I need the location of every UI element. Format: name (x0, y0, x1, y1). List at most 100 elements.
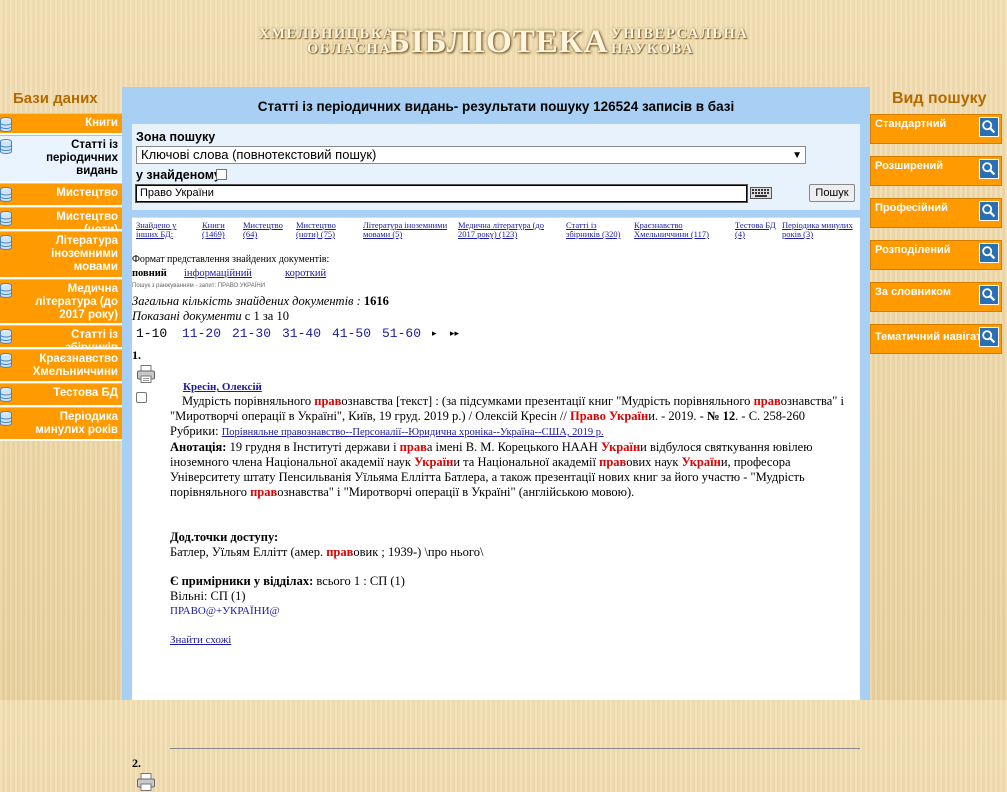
databases-title: Бази даних (13, 90, 98, 107)
sidebar-item-label: Мистецтво (56, 187, 118, 199)
search-in-found-label: у знайденому (136, 168, 221, 182)
keyword-tag-link[interactable]: ПРАВО@+УКРАЇНИ@ (170, 604, 860, 619)
access-points-label: Дод.точки доступу: (170, 530, 279, 544)
main-panel: Статті із періодичних видань- результати… (122, 87, 870, 791)
db-count-local-history[interactable]: Краєзнавство Хмельниччини (117) (634, 221, 729, 239)
page-link[interactable]: 11-20 (182, 326, 221, 341)
search-type-thematic[interactable]: Тематичний навігатор (870, 324, 1002, 354)
sidebar-item-label: Краєзнавство Хмельниччини (32, 353, 118, 378)
printer-icon[interactable] (136, 772, 156, 792)
database-icon (0, 283, 12, 298)
format-full: повний (132, 268, 167, 279)
magnifier-icon (979, 285, 999, 305)
database-icon (0, 211, 12, 226)
db-count-medical[interactable]: Медична література (до 2017 року) (123) (458, 221, 562, 239)
sidebar-item-collection-articles[interactable]: Статті із збірників (0, 325, 122, 354)
page-link[interactable]: 51-60 (382, 326, 421, 341)
magnifier-icon (979, 117, 999, 137)
sidebar-item-medical-literature[interactable]: Медична література (до 2017 року) (0, 279, 122, 325)
record-body: Мудрість порівняльного правознавства [те… (170, 394, 860, 648)
database-icon (0, 387, 12, 402)
database-icon (0, 329, 12, 344)
record-rubrics: Рубрики: Порівняльне правознавство--Перс… (170, 424, 604, 438)
sidebar-item-books[interactable]: Книги (0, 113, 122, 135)
last-page-icon[interactable]: ▸▸ (450, 329, 459, 339)
search-type-distributed[interactable]: Розподілений (870, 240, 1002, 270)
db-count-past-periodicals[interactable]: Періодика минулих років (3) (782, 221, 856, 239)
db-count-foreign[interactable]: Література іноземними мовами (5) (363, 221, 453, 239)
sidebar-item-label: Статті із періодичних видань (46, 139, 118, 177)
record-select-checkbox[interactable] (136, 392, 147, 403)
search-zone-value: Ключові слова (повнотекстовий пошук) (141, 147, 377, 162)
printer-icon[interactable] (136, 364, 156, 384)
search-type-label: Професійний (875, 202, 948, 214)
other-db-counts: Знайдено у інших БД: Книги (1469) Мистец… (132, 217, 860, 244)
search-type-dictionary[interactable]: За словником (870, 282, 1002, 312)
record-title: Мудрість порівняльного правознавства [те… (170, 394, 844, 423)
search-type-professional[interactable]: Професійний (870, 198, 1002, 228)
db-count-art[interactable]: Мистецтво (64) (243, 221, 288, 239)
search-zone-label: Зона пошуку (136, 130, 216, 144)
sidebar-item-label: Книги (85, 117, 118, 129)
ranking-note: Пошук з ранжуванням - запит: ПРАВО УКРАЇ… (132, 283, 266, 289)
sidebar-item-label: Література іноземними мовами (51, 235, 118, 273)
database-icon (0, 139, 12, 154)
search-type-standard[interactable]: Стандартний (870, 114, 1002, 144)
find-similar-link[interactable]: Знайти схожі (170, 633, 860, 648)
search-type-nav: Стандартний Розширений Професійний Розпо… (870, 114, 1002, 366)
search-type-extended[interactable]: Розширений (870, 156, 1002, 186)
copies-info: Є примірники у відділах: всього 1 : СП (… (170, 574, 405, 588)
logo-text-left-top: ХМЕЛЬНИЦЬКА (259, 26, 396, 42)
sidebar-item-local-history[interactable]: Краєзнавство Хмельниччини (0, 349, 122, 383)
access-points-value: Батлер, Уїльям Еллітт (амер. правовик ; … (170, 545, 484, 559)
search-input[interactable]: Право України (135, 184, 748, 203)
db-count-collections[interactable]: Статті із збірників (320) (566, 221, 624, 239)
page-current: 1-10 (136, 326, 168, 341)
databases-nav: Книги Статті із періодичних видань Мисте… (0, 113, 122, 441)
shown-documents: Показані документи с 1 за 10 (132, 309, 289, 324)
magnifier-icon (979, 243, 999, 263)
logo-text-right-top: УНІВЕРСАЛЬНА (611, 26, 749, 42)
search-button[interactable]: Пошук (809, 184, 855, 202)
total-found: Загальна кількість знайдених документів … (132, 294, 389, 308)
sidebar-item-art[interactable]: Мистецтво (0, 183, 122, 207)
record-author-link[interactable]: Кресін, Олексій (183, 381, 262, 393)
library-logo[interactable]: ХМЕЛЬНИЦЬКА ОБЛАСНА БІБЛІОТЕКА УНІВЕРСАЛ… (255, 22, 747, 62)
page-link[interactable]: 41-50 (332, 326, 371, 341)
page-link[interactable]: 31-40 (282, 326, 321, 341)
magnifier-icon (979, 327, 999, 347)
database-icon (0, 117, 12, 132)
search-type-title: Вид пошуку (892, 90, 987, 107)
sidebar-item-label: Тестова БД (53, 387, 118, 399)
db-count-test[interactable]: Тестова БД (4) (735, 221, 777, 239)
sidebar-item-label: Періодика минулих років (35, 411, 118, 436)
sidebar-item-past-periodicals[interactable]: Періодика минулих років (0, 407, 122, 441)
search-type-label: Тематичний навігатор (875, 331, 995, 343)
free-copies: Вільні: СП (1) (170, 589, 246, 603)
search-results: Формат представлення знайдених документі… (132, 244, 860, 791)
next-page-icon[interactable]: ▸ (432, 329, 437, 339)
sidebar-item-test-db[interactable]: Тестова БД (0, 383, 122, 407)
database-icon (0, 411, 12, 426)
sidebar-item-periodicals[interactable]: Статті із періодичних видань (0, 135, 122, 183)
shown-value: с 1 за 10 (244, 309, 289, 323)
search-in-found-checkbox[interactable] (216, 169, 227, 180)
format-info-link[interactable]: інформаційний (184, 268, 252, 279)
format-short-link[interactable]: короткий (285, 268, 326, 279)
sidebar-item-label: Медична література (до 2017 року) (35, 283, 118, 321)
shown-label: Показані документи (132, 309, 242, 323)
header: ХМЕЛЬНИЦЬКА ОБЛАСНА БІБЛІОТЕКА УНІВЕРСАЛ… (0, 0, 1007, 86)
sidebar-item-foreign-literature[interactable]: Література іноземними мовами (0, 231, 122, 279)
magnifier-icon (979, 159, 999, 179)
database-icon (0, 353, 12, 368)
db-count-art-notes[interactable]: Мистецтво (ноти) (75) (296, 221, 360, 239)
virtual-keyboard-icon[interactable] (750, 187, 772, 199)
page-link[interactable]: 21-30 (232, 326, 271, 341)
format-label: Формат представлення знайдених документі… (132, 254, 330, 265)
sidebar-item-art-notes[interactable]: Мистецтво (ноти) (0, 207, 122, 236)
rubric-link[interactable]: Порівняльне правознавство--Персоналії--Ю… (222, 427, 604, 438)
search-type-label: Розподілений (875, 244, 951, 256)
logo-text-left-bottom: ОБЛАСНА (307, 41, 392, 57)
db-count-books[interactable]: Книги (1469) (202, 221, 232, 239)
search-zone-select[interactable]: Ключові слова (повнотекстовий пошук) ▼ (136, 146, 806, 164)
